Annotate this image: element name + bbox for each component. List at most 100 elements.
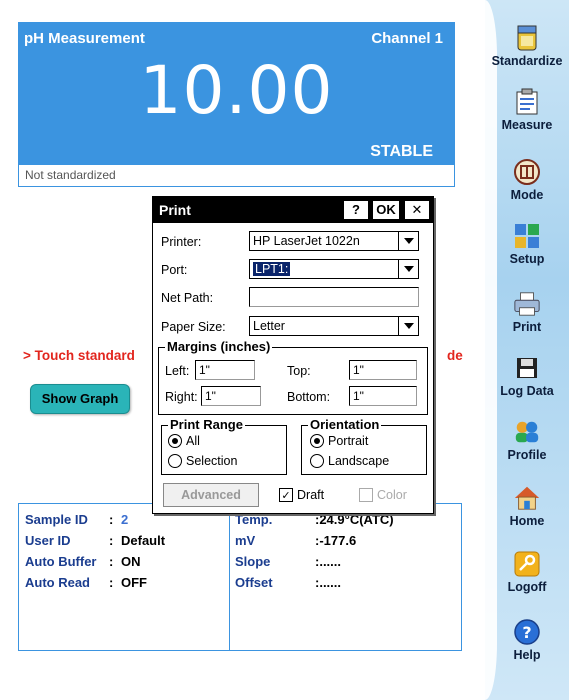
- color-label: Color: [377, 488, 407, 502]
- log-data-button[interactable]: Log Data: [485, 354, 569, 398]
- svg-text:?: ?: [522, 623, 531, 642]
- margins-title: Margins (inches): [165, 339, 273, 354]
- range-all-radio[interactable]: All: [168, 434, 200, 448]
- margin-left-input[interactable]: 1": [195, 360, 255, 380]
- auto-buffer-label: Auto Buffer: [25, 554, 97, 569]
- clipboard-icon: [513, 88, 541, 116]
- sample-id-row: Sample ID : 2: [25, 512, 128, 527]
- auto-read-value: OFF: [121, 575, 147, 590]
- chevron-down-icon: [398, 232, 418, 250]
- user-id-label: User ID: [25, 533, 71, 548]
- measurement-panel: pH Measurement Channel 1 10.00 STABLE: [18, 22, 455, 165]
- profile-button[interactable]: Profile: [485, 418, 569, 462]
- standardize-button[interactable]: Standardize: [485, 24, 569, 68]
- orientation-title: Orientation: [308, 417, 382, 432]
- mode-label: Mode: [510, 188, 544, 202]
- radio-empty-icon: [168, 454, 182, 468]
- help-icon: ?: [513, 618, 541, 646]
- home-icon: [513, 484, 541, 512]
- net-path-input[interactable]: [249, 287, 419, 307]
- chevron-down-icon: [398, 317, 418, 335]
- channel-label: Channel 1: [371, 30, 443, 47]
- mv-value: :-177.6: [315, 533, 357, 548]
- user-id-row: User ID : Default: [25, 533, 165, 548]
- margin-right-label: Right:: [165, 390, 198, 404]
- portrait-label: Portrait: [328, 434, 369, 448]
- margin-left-label: Left:: [165, 364, 190, 378]
- print-button[interactable]: Print: [485, 290, 569, 334]
- home-label: Home: [509, 514, 545, 528]
- printer-label: Printer:: [161, 235, 202, 249]
- measurement-title: pH Measurement: [24, 30, 145, 47]
- net-path-label: Net Path:: [161, 291, 214, 305]
- logoff-button[interactable]: Logoff: [485, 550, 569, 594]
- paper-size-select[interactable]: Letter: [249, 316, 419, 336]
- dialog-help-button[interactable]: ?: [343, 200, 369, 220]
- user-id-sep: :: [109, 533, 114, 548]
- show-graph-button[interactable]: Show Graph: [30, 384, 130, 414]
- margin-top-input[interactable]: 1": [349, 360, 417, 380]
- setup-button[interactable]: Setup: [485, 222, 569, 266]
- offset-label: Offset: [235, 575, 273, 590]
- range-selection-radio[interactable]: Selection: [168, 454, 237, 468]
- paper-size-label: Paper Size:: [161, 320, 226, 334]
- auto-buffer-value: ON: [121, 554, 141, 569]
- instruction-message: > Touch standard: [23, 348, 135, 363]
- printer-icon: [513, 290, 541, 318]
- printer-select[interactable]: HP LaserJet 1022n: [249, 231, 419, 251]
- port-select-value: LPT1:: [253, 262, 291, 276]
- standardization-status: Not standardized: [18, 165, 455, 187]
- measure-button[interactable]: Measure: [485, 88, 569, 132]
- printer-select-value: HP LaserJet 1022n: [253, 234, 360, 248]
- dialog-close-button[interactable]: ✕: [404, 200, 430, 220]
- home-button[interactable]: Home: [485, 484, 569, 528]
- sample-id-value: 2: [121, 512, 129, 527]
- port-select[interactable]: LPT1:: [249, 259, 419, 279]
- print-range-title: Print Range: [168, 417, 245, 432]
- auto-read-label: Auto Read: [25, 575, 90, 590]
- measure-label: Measure: [501, 118, 553, 132]
- info-panel: Sample ID : 2 User ID : Default Auto Buf…: [18, 503, 462, 651]
- advanced-button[interactable]: Advanced: [163, 483, 259, 507]
- instruction-message-tail: de: [447, 348, 463, 363]
- auto-read-row: Auto Read : OFF: [25, 575, 147, 590]
- offset-row: Offset :......: [235, 575, 341, 590]
- mode-button[interactable]: Mode: [485, 158, 569, 202]
- dialog-title: Print: [159, 202, 191, 218]
- range-selection-label: Selection: [186, 454, 238, 468]
- mv-label: mV: [235, 533, 256, 548]
- range-all-label: All: [186, 434, 200, 448]
- offset-value: :......: [315, 575, 341, 590]
- radio-selected-icon: [310, 434, 324, 448]
- auto-buffer-sep: :: [109, 554, 114, 569]
- auto-buffer-row: Auto Buffer : ON: [25, 554, 141, 569]
- setup-icon: [513, 222, 541, 250]
- temp-value: :24.9°C(ATC): [315, 512, 394, 527]
- dialog-ok-button[interactable]: OK: [372, 200, 400, 220]
- draft-checkbox[interactable]: ✓ Draft: [279, 488, 324, 502]
- floppy-icon: [513, 354, 541, 382]
- portrait-radio[interactable]: Portrait: [310, 434, 368, 448]
- mode-icon: [513, 158, 541, 186]
- print-range-group: Print Range All Selection: [161, 417, 287, 475]
- margin-bottom-input[interactable]: 1": [349, 386, 417, 406]
- mv-row: mV :-177.6: [235, 533, 356, 548]
- print-dialog: Print ? OK ✕ Printer: HP LaserJet 1022n …: [152, 196, 434, 514]
- draft-label: Draft: [297, 488, 325, 502]
- landscape-radio[interactable]: Landscape: [310, 454, 389, 468]
- slope-label: Slope: [235, 554, 271, 569]
- margin-right-input[interactable]: 1": [201, 386, 261, 406]
- help-button[interactable]: ? Help: [485, 618, 569, 662]
- margin-bottom-label: Bottom:: [287, 390, 331, 404]
- port-label: Port:: [161, 263, 188, 277]
- color-checkbox[interactable]: Color: [359, 488, 407, 502]
- right-toolbar: Standardize Measure Mode Setup Print Log…: [473, 0, 569, 700]
- log-data-label: Log Data: [500, 384, 554, 398]
- checkbox-empty-icon: [359, 488, 373, 502]
- sample-id-sep: :: [109, 512, 114, 527]
- radio-empty-icon: [310, 454, 324, 468]
- setup-label: Setup: [509, 252, 545, 266]
- paper-size-value: Letter: [253, 319, 285, 333]
- margin-top-label: Top:: [287, 364, 311, 378]
- margins-group: Margins (inches) Left: 1" Top: 1" Right:…: [158, 339, 428, 415]
